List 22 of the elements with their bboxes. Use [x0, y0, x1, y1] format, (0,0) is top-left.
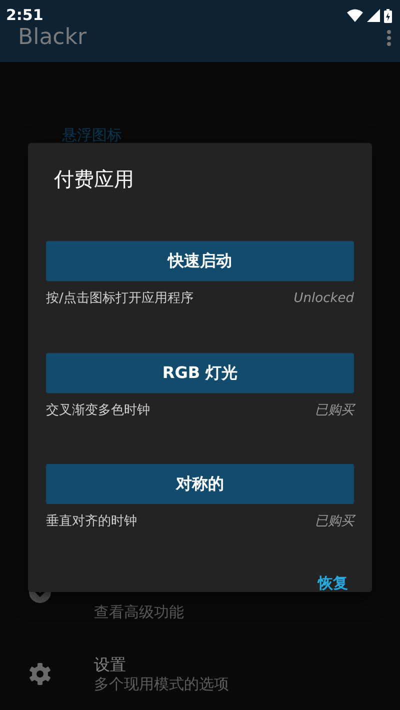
settings-title: 设置 — [94, 655, 127, 675]
section-header: 悬浮图标 — [62, 128, 123, 143]
app-title: Blackr — [18, 27, 87, 49]
battery-charging-icon — [384, 8, 392, 22]
status-time: 2:51 — [6, 8, 44, 23]
purchase-status: Unlocked — [294, 290, 354, 308]
purchase-status: 已购买 — [315, 513, 354, 531]
product-description: 交叉渐变多色时钟 — [46, 402, 150, 420]
restore-button[interactable]: 恢复 — [312, 568, 354, 598]
more-options-icon[interactable] — [386, 29, 392, 47]
purchase-status: 已购买 — [315, 402, 354, 420]
product-description: 垂直对齐的时钟 — [46, 513, 137, 531]
settings-icon — [28, 662, 52, 686]
wifi-icon — [347, 9, 363, 22]
product-button[interactable]: RGB 灯光 — [46, 352, 354, 392]
item-subtitle: 多个现用模式的选项 — [94, 674, 229, 693]
product-button[interactable]: 对称的 — [46, 464, 354, 504]
product-button[interactable]: 快速启动 — [46, 241, 354, 281]
product-description: 按/点击图标打开应用程序 — [46, 290, 194, 308]
signal-icon — [367, 9, 380, 22]
item-subtitle: 查看高级功能 — [94, 603, 184, 621]
dialog-title: 付费应用 — [54, 166, 135, 193]
